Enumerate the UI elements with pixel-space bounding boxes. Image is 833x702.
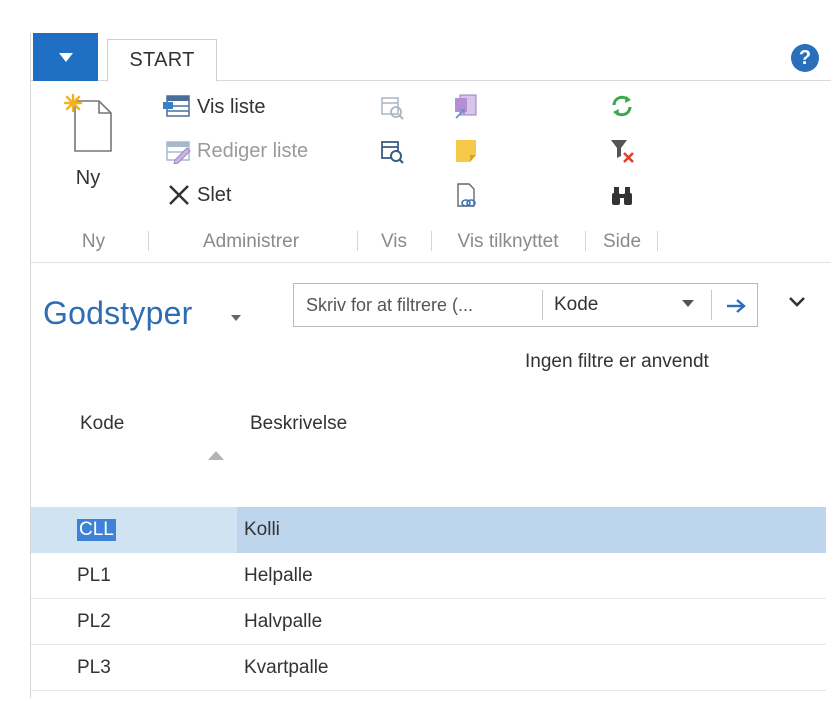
link-document-icon[interactable] — [451, 181, 481, 211]
ribbon-separator — [431, 231, 432, 251]
row-code-selected-text: CLL — [77, 519, 116, 541]
ribbon-group-page: Side — [587, 81, 657, 256]
ribbon: Ny Ny Vis liste Rediger liste Slet Admin… — [31, 81, 831, 263]
find-binoculars-icon[interactable] — [607, 181, 637, 211]
group-label-view: Vis — [380, 231, 408, 252]
edit-list-icon — [163, 137, 195, 165]
view-list-icon — [163, 93, 195, 121]
ribbon-tabbar: START ? — [31, 33, 831, 82]
group-label-related: Vis tilknyttet — [457, 231, 559, 252]
arrow-right-icon — [727, 299, 746, 313]
row-description[interactable]: Halvpalle — [244, 599, 322, 645]
row-description[interactable]: Helpalle — [244, 553, 313, 599]
table-row[interactable]: PL1 Helpalle — [31, 553, 826, 599]
row-selection-highlight — [237, 507, 826, 553]
edit-list-label: Rediger liste — [197, 139, 309, 162]
row-code[interactable]: PL3 — [77, 645, 111, 691]
view-detail-icon[interactable] — [377, 137, 407, 167]
ribbon-group-manage: Vis liste Rediger liste Slet Administrer — [151, 81, 351, 256]
column-header-code[interactable]: Kode — [80, 413, 124, 435]
filter-divider — [711, 290, 712, 320]
clear-filter-icon[interactable] — [607, 136, 637, 166]
page-title[interactable]: Godstyper — [43, 295, 192, 332]
ribbon-group-new: Ny Ny — [41, 81, 146, 256]
edit-list-button[interactable]: Rediger liste — [163, 137, 308, 165]
no-filters-status: Ingen filtre er anvendt — [525, 351, 709, 372]
ribbon-separator — [585, 231, 586, 251]
row-code[interactable]: PL2 — [77, 599, 111, 645]
new-document-icon — [63, 93, 112, 152]
filter-box: Kode — [293, 283, 758, 327]
refresh-icon[interactable] — [607, 91, 637, 121]
ribbon-group-view: Vis — [359, 81, 429, 256]
ribbon-separator — [357, 231, 358, 251]
view-list-button[interactable]: Vis liste — [163, 93, 266, 121]
help-icon[interactable]: ? — [791, 44, 819, 72]
onenote-icon[interactable] — [451, 91, 481, 121]
group-label-page: Side — [602, 231, 642, 252]
table-row[interactable]: PL3 Kvartpalle — [31, 645, 826, 691]
collapse-chevron-icon[interactable] — [788, 296, 806, 308]
row-description[interactable]: Kolli — [244, 507, 280, 553]
delete-label: Slet — [197, 183, 232, 206]
title-caret-icon[interactable] — [231, 315, 241, 322]
filter-divider — [542, 290, 543, 320]
note-icon[interactable] — [451, 136, 481, 166]
ribbon-group-related: Vis tilknyttet — [433, 81, 583, 256]
delete-button[interactable]: Slet — [163, 181, 231, 209]
filter-apply-button[interactable] — [722, 293, 750, 319]
sort-ascending-icon — [208, 451, 224, 460]
caret-down-icon — [58, 52, 73, 62]
tab-start[interactable]: START — [107, 39, 217, 82]
table-row[interactable]: PL2 Halvpalle — [31, 599, 826, 645]
group-label-new: Ny — [81, 231, 106, 252]
new-button[interactable]: Ny — [53, 93, 123, 193]
app-menu-button[interactable] — [33, 33, 98, 81]
new-button-label: Ny — [75, 167, 101, 189]
ribbon-separator — [148, 231, 149, 251]
view-icon[interactable] — [377, 93, 407, 123]
group-label-manage: Administrer — [202, 231, 300, 252]
view-list-label: Vis liste — [197, 95, 266, 118]
column-header-description[interactable]: Beskrivelse — [250, 413, 347, 435]
filter-input[interactable] — [294, 284, 541, 326]
row-description[interactable]: Kvartpalle — [244, 645, 329, 691]
row-code[interactable]: CLL — [77, 507, 116, 553]
chevron-down-icon[interactable] — [682, 300, 694, 308]
page-frame: START ? Ny Ny Vis liste Rediger liste Sl… — [30, 33, 831, 698]
row-code[interactable]: PL1 — [77, 553, 111, 599]
table-row[interactable]: CLL Kolli — [31, 507, 826, 553]
ribbon-separator — [657, 231, 658, 251]
close-icon — [163, 181, 195, 209]
